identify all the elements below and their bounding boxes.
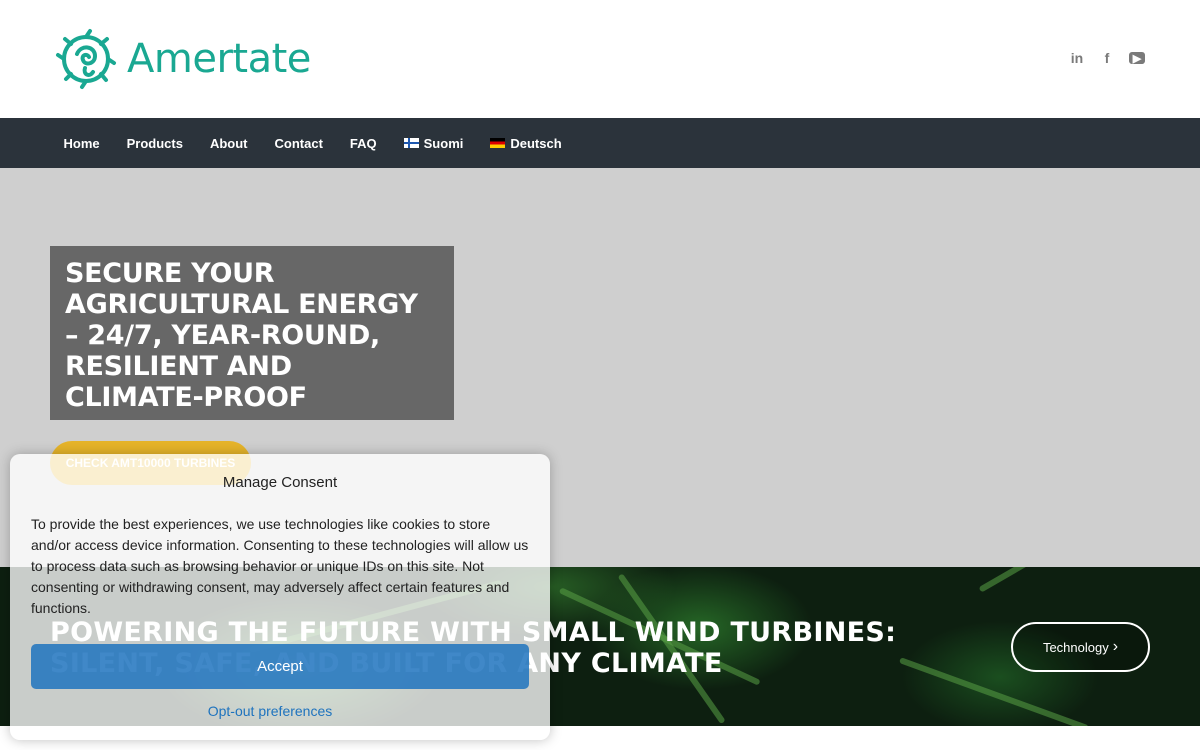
hero-headline-box: SECURE YOUR AGRICULTURAL ENERGY – 24/7, …: [50, 246, 454, 420]
nav-item-products[interactable]: Products: [113, 136, 196, 151]
nav-item-about[interactable]: About: [196, 136, 261, 151]
facebook-icon[interactable]: f: [1099, 48, 1115, 68]
hero-title: SECURE YOUR AGRICULTURAL ENERGY – 24/7, …: [65, 258, 418, 413]
nav-item-home[interactable]: Home: [50, 136, 113, 151]
linkedin-icon[interactable]: in: [1069, 48, 1085, 68]
logo-text: Amertate: [127, 36, 311, 82]
chevron-right-icon: ›: [1112, 638, 1119, 655]
germany-flag-icon: [490, 138, 506, 148]
technology-button[interactable]: Technology ›: [1011, 622, 1150, 672]
accept-button[interactable]: Accept: [31, 644, 529, 689]
main-nav: Home Products About Contact FAQ Suomi De…: [0, 118, 1200, 168]
cookie-consent-dialog: Manage Consent To provide the best exper…: [10, 454, 550, 740]
site-logo[interactable]: Amertate: [55, 28, 311, 90]
nav-item-suomi[interactable]: Suomi: [390, 136, 477, 151]
nav-item-deutsch[interactable]: Deutsch: [477, 136, 575, 151]
nav-item-contact[interactable]: Contact: [261, 136, 336, 151]
opt-out-preferences-link[interactable]: Opt-out preferences: [10, 703, 530, 719]
youtube-icon[interactable]: ▶: [1129, 52, 1145, 65]
social-links: in f ▶: [1069, 48, 1145, 68]
logo-swirl-icon: [56, 29, 116, 89]
consent-title: Manage Consent: [222, 474, 338, 491]
nav-item-faq[interactable]: FAQ: [336, 136, 390, 151]
finland-flag-icon: [403, 138, 419, 148]
consent-text: To provide the best experiences, we use …: [31, 516, 529, 616]
site-header: Amertate in f ▶: [0, 0, 1200, 118]
fern-leaf-decoration: [978, 567, 1121, 593]
